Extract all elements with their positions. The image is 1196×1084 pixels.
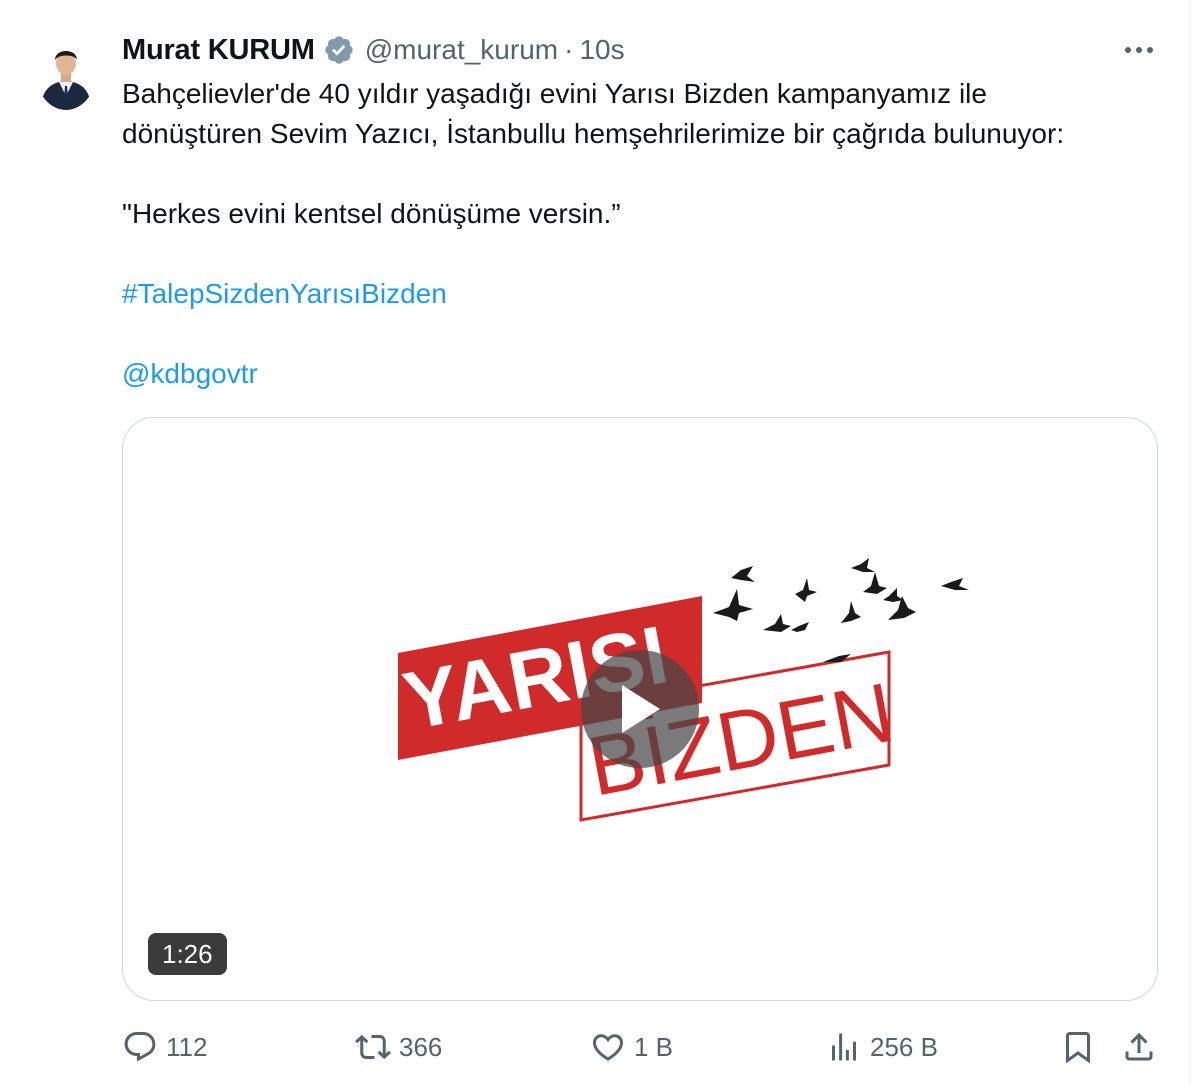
tweet-text-line-1: Bahçelievler'de 40 yıldır yaşadığı evini… [122,78,987,109]
analytics-icon [832,1033,856,1061]
video-duration-badge: 1:26 [148,933,227,975]
heart-icon [592,1034,624,1061]
avatar[interactable] [36,36,96,110]
views-button[interactable]: 256 B [826,1024,938,1070]
like-button[interactable]: 1 B [590,1024,673,1070]
header-separator: · [564,34,574,65]
repost-icon [355,1034,391,1060]
avatar-image [36,36,96,110]
reply-icon [124,1032,156,1062]
author-handle[interactable]: @murat_kurum [365,34,558,66]
action-bar: 112 366 1 B 256 B [0,1024,1196,1070]
tweet-quote: "Herkes evini kentsel dönüşüme versin.” [122,198,621,229]
tweet-text-line-2: dönüştüren Sevim Yazıcı, İstanbullu hemş… [122,118,1065,149]
tweet-time[interactable]: 10s [579,34,624,66]
more-dots-icon [1125,47,1153,53]
verified-badge-icon[interactable] [323,34,355,66]
play-icon [622,685,660,733]
tweet-text: Bahçelievler'de 40 yıldır yaşadığı evini… [122,74,1172,394]
share-button[interactable] [1121,1024,1157,1070]
birds-illustration [713,558,969,662]
play-button[interactable] [581,650,699,768]
timeline-border [1189,0,1190,1084]
like-count: 1 B [634,1031,674,1062]
video-player[interactable]: YARISI BİZDEN 1:26 [122,417,1158,1001]
reply-button[interactable]: 112 [122,1024,207,1070]
view-count: 256 B [870,1031,938,1062]
author-name[interactable]: Murat KURUM [122,34,315,67]
share-icon [1125,1032,1153,1061]
repost-button[interactable]: 366 [355,1024,442,1070]
reply-count: 112 [166,1031,208,1062]
mention-link[interactable]: @kdbgovtr [122,354,1172,394]
hashtag-link[interactable]: #TalepSizdenYarısıBizden [122,274,1172,314]
repost-count: 366 [399,1031,443,1062]
bookmark-icon [1066,1032,1090,1064]
tweet-header: Murat KURUM @murat_kurum · 10s [122,30,625,70]
more-options-button[interactable] [1120,36,1158,64]
bookmark-button[interactable] [1060,1024,1096,1070]
